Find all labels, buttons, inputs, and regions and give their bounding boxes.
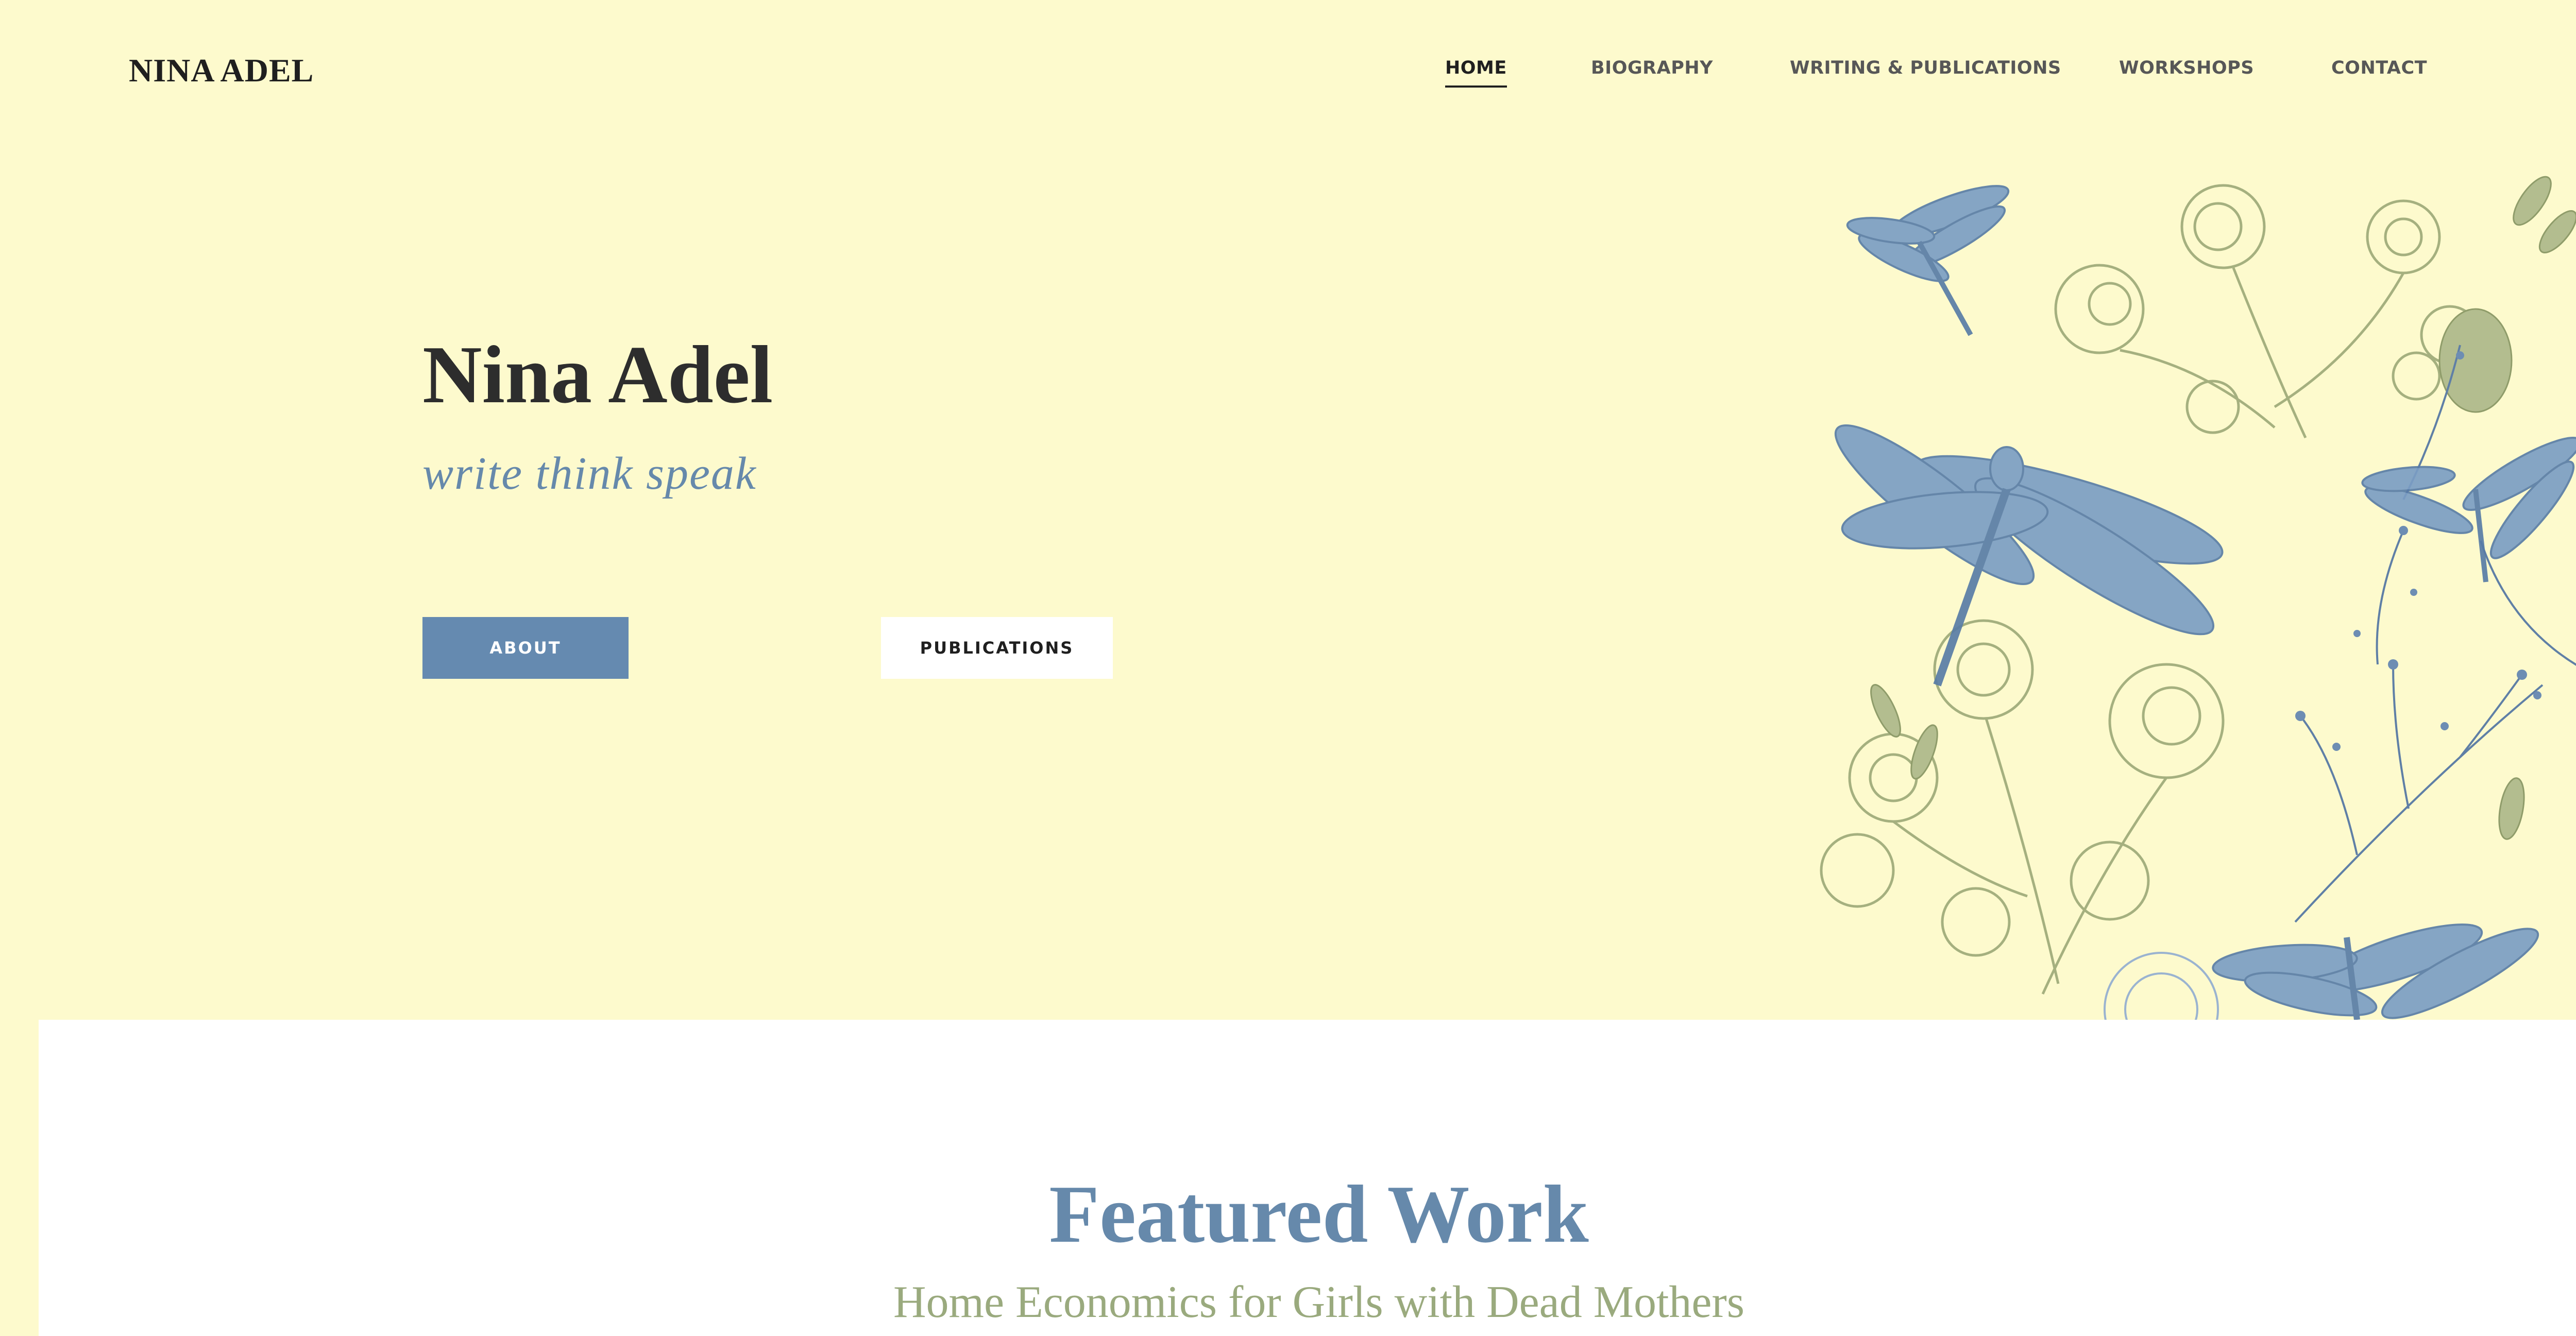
nav-contact[interactable]: CONTACT [2331, 58, 2427, 78]
about-button[interactable]: ABOUT [422, 617, 629, 679]
site-header: NINA ADEL HOME BIOGRAPHY WRITING & PUBLI… [0, 0, 2576, 139]
dragonfly-botanical-illustration [1820, 176, 2576, 1020]
nav-workshops[interactable]: WORKSHOPS [2119, 58, 2254, 78]
publications-button[interactable]: PUBLICATIONS [881, 617, 1113, 679]
nav-biography[interactable]: BIOGRAPHY [1591, 58, 1713, 78]
hero-section: Nina Adel write think speak ABOUT PUBLIC… [39, 139, 2576, 1020]
nav-home-label: HOME [1445, 58, 1507, 78]
nav-active-underline [1445, 85, 1507, 88]
featured-work-section: Featured Work Home Economics for Girls w… [39, 1020, 2576, 1336]
featured-title: Featured Work [1049, 1168, 1589, 1260]
hero-title: Nina Adel [422, 329, 773, 420]
nav-writing-publications[interactable]: WRITING & PUBLICATIONS [1790, 58, 2061, 78]
hero-tagline: write think speak [422, 448, 757, 499]
featured-book-title[interactable]: Home Economics for Girls with Dead Mothe… [39, 1276, 2576, 1328]
nav-home[interactable]: HOME [1445, 58, 1507, 88]
main-nav: HOME BIOGRAPHY WRITING & PUBLICATIONS WO… [0, 58, 2576, 89]
